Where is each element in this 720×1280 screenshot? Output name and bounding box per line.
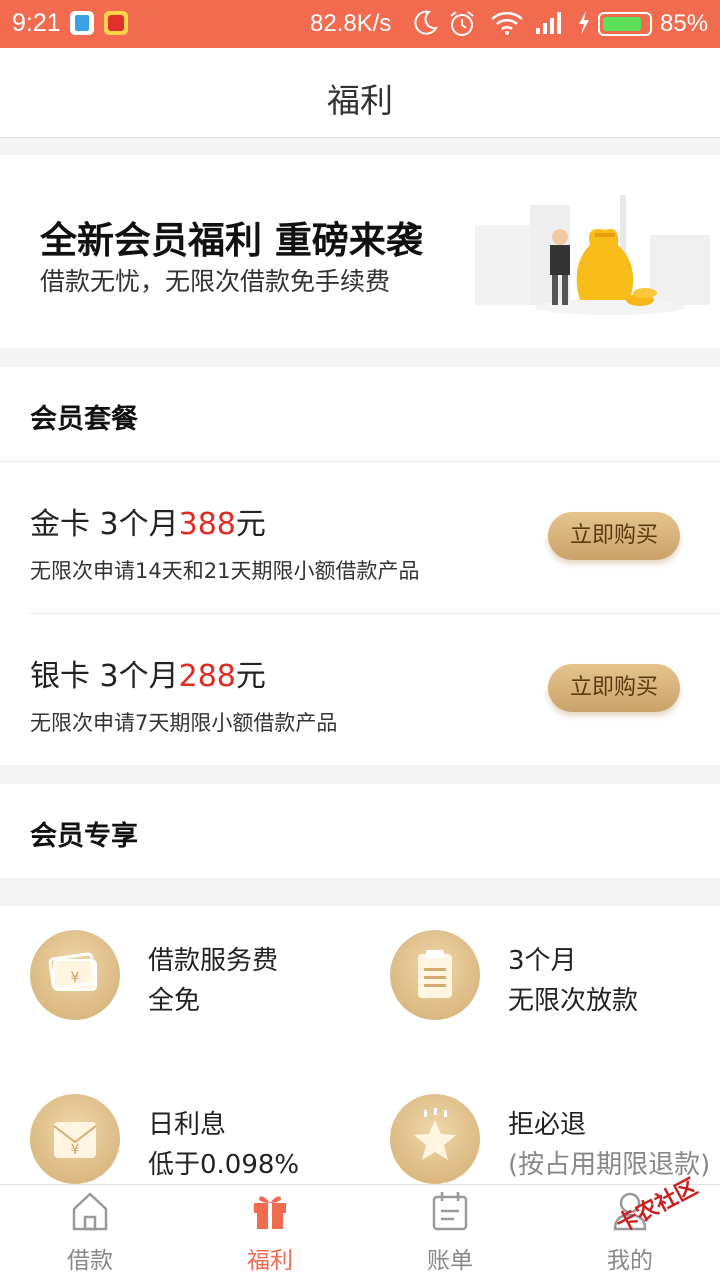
perk-title: 拒必退	[508, 1110, 587, 1140]
charging-icon	[579, 11, 589, 35]
exclusive-header: 会员专享	[0, 784, 720, 878]
package-desc: 无限次申请7天期限小额借款产品	[30, 711, 338, 735]
perk-item: 3个月 无限次放款	[390, 930, 720, 1030]
perk-title: 日利息	[148, 1110, 227, 1140]
buy-gold-button[interactable]: 立即购买	[548, 512, 680, 560]
network-speed: 82.8K/s	[310, 10, 392, 37]
wifi-icon	[491, 11, 523, 35]
package-price: 388	[178, 507, 236, 542]
packages-section: 会员套餐 金卡 3个月388元 无限次申请14天和21天期限小额借款产品 立即购…	[0, 367, 720, 765]
gift-icon	[254, 1196, 286, 1229]
bottom-tab-bar: 借款 福利 账单 我的	[0, 1184, 720, 1280]
battery-icon	[598, 12, 652, 36]
tab-welfare[interactable]: 福利	[180, 1185, 360, 1280]
perk-subtitle: 无限次放款	[508, 986, 639, 1016]
package-name: 银卡 3个月288元	[30, 659, 266, 694]
perk-item: ¥ 日利息 低于0.098%	[30, 1094, 360, 1194]
banner-subline: 借款无忧，无限次借款免手续费	[40, 267, 391, 296]
title-bar: 福利	[0, 48, 720, 138]
star-icon	[390, 1094, 480, 1184]
divider	[0, 461, 720, 462]
tab-loan[interactable]: 借款	[0, 1185, 180, 1280]
tab-label: 借款	[67, 1248, 113, 1274]
perks-grid: ¥ 借款服务费 全免 3个月 无限次放款 ¥ 日利息 低于0.098% 拒必退 …	[0, 906, 720, 1186]
app-notification-icon	[104, 11, 128, 35]
divider	[30, 613, 720, 614]
banner-headline: 全新会员福利 重磅来袭	[40, 219, 423, 262]
battery-percent: 85%	[660, 10, 709, 37]
package-name: 金卡 3个月388元	[30, 507, 266, 542]
moon-icon	[414, 10, 438, 35]
perk-item: ¥ 借款服务费 全免	[30, 930, 360, 1030]
perk-subtitle: 全免	[148, 986, 201, 1016]
section-title-exclusive: 会员专享	[30, 821, 138, 852]
alarm-icon	[450, 11, 474, 36]
home-icon	[72, 1192, 108, 1231]
perk-title: 借款服务费	[148, 946, 279, 976]
perk-subtitle: 低于0.098%	[148, 1150, 300, 1180]
tab-label: 我的	[607, 1248, 653, 1274]
tab-bills[interactable]: 账单	[360, 1185, 540, 1280]
tab-label: 福利	[247, 1248, 293, 1274]
svg-text:¥: ¥	[71, 1142, 80, 1158]
signal-icon	[536, 12, 561, 34]
package-gold: 金卡 3个月388元 无限次申请14天和21天期限小额借款产品 立即购买	[30, 499, 690, 589]
perk-title: 3个月	[508, 946, 577, 976]
wallet-icon: ¥	[30, 930, 120, 1020]
envelope-yen-icon: ¥	[30, 1094, 120, 1184]
package-price: 288	[178, 659, 236, 694]
calendar-icon	[432, 1192, 468, 1231]
status-bar: 9:21 82.8K/s 85%	[0, 0, 720, 48]
section-title-packages: 会员套餐	[30, 404, 138, 435]
money-bag-illustration	[475, 195, 710, 315]
package-silver: 银卡 3个月288元 无限次申请7天期限小额借款产品 立即购买	[30, 651, 690, 741]
promo-banner[interactable]: 全新会员福利 重磅来袭 借款无忧，无限次借款免手续费	[0, 155, 720, 348]
status-time: 9:21	[12, 9, 61, 37]
svg-text:¥: ¥	[71, 970, 80, 986]
package-desc: 无限次申请14天和21天期限小额借款产品	[30, 559, 420, 583]
page-title: 福利	[327, 81, 393, 120]
clipboard-icon	[390, 930, 480, 1020]
buy-silver-button[interactable]: 立即购买	[548, 664, 680, 712]
app-notification-icon	[70, 11, 94, 35]
tab-label: 账单	[427, 1248, 473, 1274]
